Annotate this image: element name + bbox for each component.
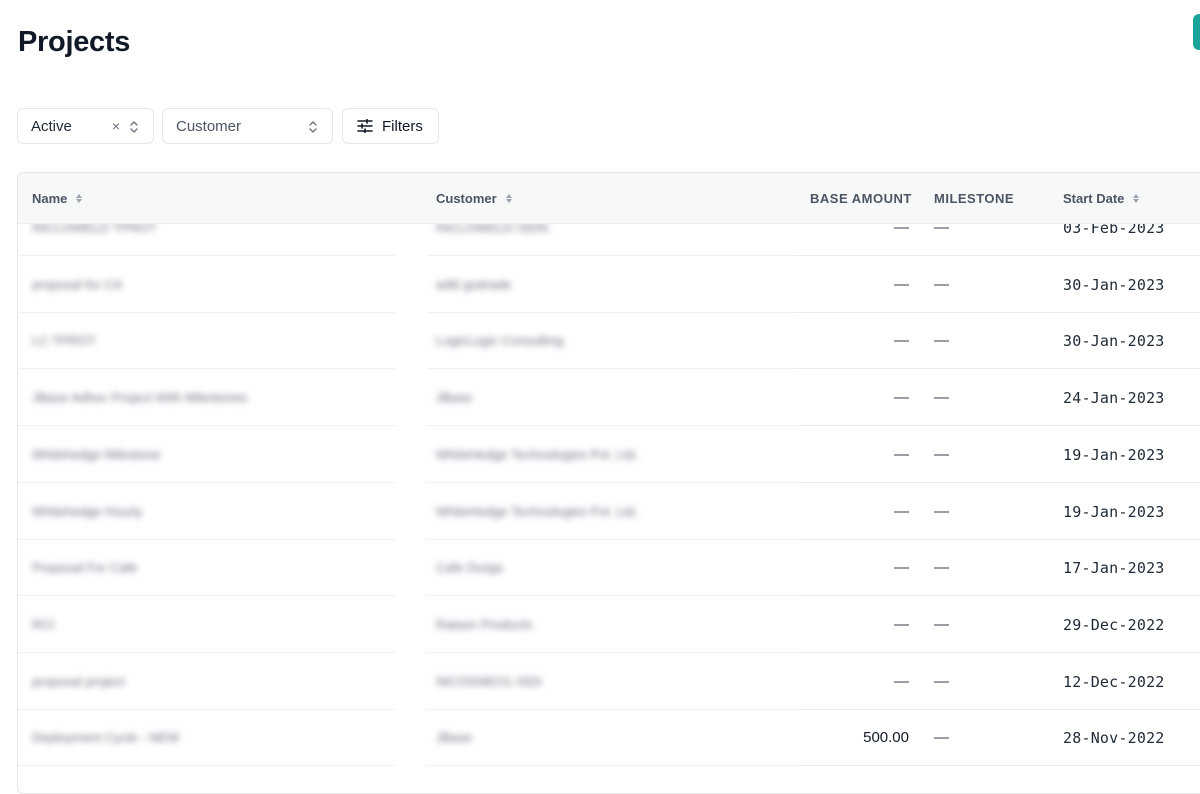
table-row[interactable]: RCI Ratsen Products — — 29-Dec-2022 (18, 597, 1200, 653)
customer-select-placeholder: Customer (176, 117, 242, 135)
cell-name[interactable]: Whitehedge Milestone (32, 427, 161, 483)
customer-select[interactable]: Customer (162, 108, 333, 144)
projects-table: Name Customer BASE AMOUNT MILESTONE Star… (17, 172, 1200, 794)
cell-start-date: 19-Jan-2023 (1063, 502, 1165, 521)
cell-start-date: 30-Jan-2023 (1063, 332, 1165, 351)
cell-base-amount: — (894, 445, 909, 463)
cell-milestone: — (934, 275, 949, 293)
cell-milestone: — (934, 332, 949, 350)
sort-icon (76, 194, 83, 203)
cell-milestone: — (934, 729, 949, 747)
cell-start-date: 24-Jan-2023 (1063, 389, 1165, 408)
cell-customer: NICOSNEO1 ISDI (436, 673, 542, 689)
table-row[interactable]: Whitehedge Milestone WhiteHedge Technolog… (18, 427, 1200, 483)
cell-name[interactable]: Whitehedge Hourly (32, 484, 143, 540)
sort-icon (1133, 194, 1140, 203)
row-divider (18, 765, 396, 767)
cell-milestone: — (934, 389, 949, 407)
cell-customer: Cafe Durga (436, 560, 503, 576)
status-select-value: Active (31, 117, 72, 135)
cell-customer: LogicLogic Consulting (436, 333, 564, 349)
cell-start-date: 30-Jan-2023 (1063, 275, 1165, 294)
table-row[interactable]: Whitehedge Hourly WhiteHedge Technologies… (18, 484, 1200, 540)
column-header-name-label: Name (32, 191, 68, 206)
chevron-up-down-icon (130, 121, 138, 133)
column-header-start-date[interactable]: Start Date (1063, 191, 1140, 206)
table-row[interactable]: Proposal For Cafe Cafe Durga — — 17-Jan-2023 (18, 540, 1200, 597)
column-header-start-date-label: Start Date (1063, 191, 1125, 206)
table-row[interactable]: proposal for CA aditi godrade — — 30-Jan-202… (18, 257, 1200, 313)
cell-start-date: 19-Jan-2023 (1063, 445, 1165, 464)
chevron-up-down-icon (309, 121, 317, 133)
cell-name[interactable]: RCI (32, 597, 54, 653)
cell-customer: aditi godrade (436, 276, 512, 292)
primary-action-button[interactable] (1193, 14, 1200, 50)
cell-customer: WhiteHedge Technologies Pvt. Ltd. (436, 446, 639, 462)
column-header-base-amount: BASE AMOUNT (810, 191, 912, 206)
cell-base-amount: — (894, 502, 909, 520)
cell-milestone: — (934, 672, 949, 690)
sliders-icon (357, 119, 373, 133)
cell-start-date: 12-Dec-2022 (1063, 672, 1165, 691)
cell-start-date: 28-Nov-2022 (1063, 729, 1165, 748)
row-divider (427, 765, 799, 767)
cell-milestone: — (934, 445, 949, 463)
column-header-name[interactable]: Name (32, 191, 83, 206)
cell-customer: JBase (436, 730, 473, 746)
table-header: Name Customer BASE AMOUNT MILESTONE Star… (18, 173, 1200, 224)
status-select[interactable]: Active × (17, 108, 154, 144)
cell-base-amount: — (894, 672, 909, 690)
cell-name[interactable]: Proposal For Cafe (32, 540, 138, 596)
cell-base-amount: — (894, 559, 909, 577)
cell-base-amount: — (894, 332, 909, 350)
cell-name[interactable]: proposal for CA (32, 257, 122, 313)
cell-customer: WhiteHedge Technologies Pvt. Ltd. (436, 503, 639, 519)
sort-icon (505, 194, 512, 203)
filters-button-label: Filters (382, 117, 423, 135)
cell-name[interactable]: LC TPROT (32, 313, 96, 369)
cell-milestone: — (934, 559, 949, 577)
page-title: Projects (18, 26, 131, 58)
cell-name[interactable]: Deployment Cycle - NEW (32, 710, 179, 766)
table-row[interactable]: Deployment Cycle - NEW JBase 500.00 — 28-Nov… (18, 710, 1200, 767)
cell-base-amount: — (894, 275, 909, 293)
row-divider (799, 765, 1200, 767)
table-row[interactable]: JBase Adhoc Project With Milestones JBase… (18, 370, 1200, 427)
table-row[interactable]: proposal project NICOSNEO1 ISDI — — 12-Dec-2… (18, 654, 1200, 710)
cell-customer: JBase (436, 390, 473, 406)
cell-base-amount: 500.00 (863, 729, 909, 747)
cell-name[interactable]: JBase Adhoc Project With Milestones (32, 370, 247, 426)
column-header-customer-label: Customer (436, 191, 497, 206)
column-header-milestone: MILESTONE (934, 191, 1015, 206)
cell-start-date: 17-Jan-2023 (1063, 559, 1165, 578)
cell-milestone: — (934, 502, 949, 520)
cell-customer: Ratsen Products (436, 616, 533, 632)
filters-button[interactable]: Filters (342, 108, 439, 144)
column-header-customer[interactable]: Customer (436, 191, 512, 206)
cell-base-amount: — (894, 615, 909, 633)
cell-base-amount: — (894, 389, 909, 407)
clear-icon[interactable]: × (112, 118, 120, 134)
cell-milestone: — (934, 615, 949, 633)
table-row[interactable]: LC TPROT LogicLogic Consulting — — 30-Jan-20… (18, 313, 1200, 370)
cell-start-date: 29-Dec-2022 (1063, 615, 1165, 634)
cell-name[interactable]: proposal project (32, 654, 125, 710)
